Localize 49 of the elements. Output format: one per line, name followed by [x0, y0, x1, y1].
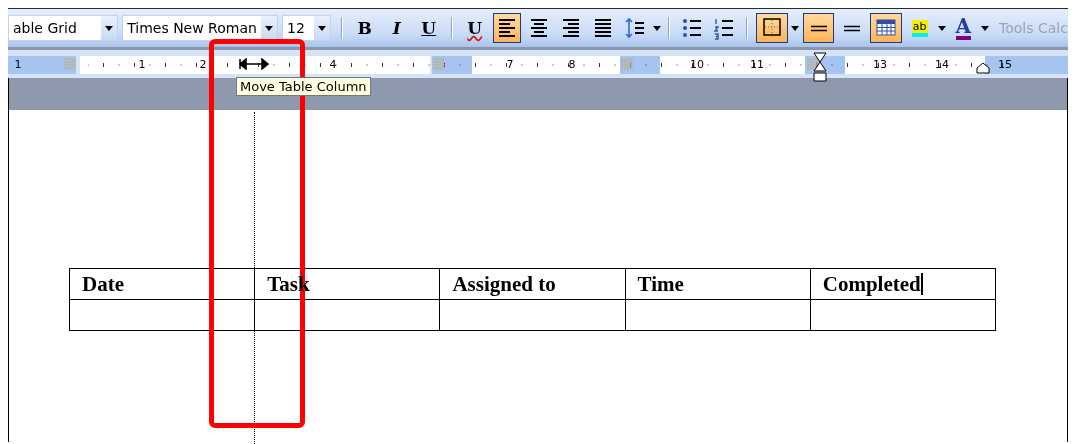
font-size-box[interactable]: 12 — [282, 15, 331, 41]
borders-button[interactable] — [756, 13, 788, 43]
italic-button[interactable]: I — [382, 13, 411, 43]
ruler-margin — [8, 56, 76, 74]
table-header-cell: Date — [69, 268, 255, 300]
column-marker[interactable] — [64, 58, 76, 70]
bullets-icon — [681, 16, 704, 40]
resize-cursor-icon — [239, 58, 269, 70]
ruler-number: 4 — [329, 58, 337, 71]
caret-icon[interactable] — [652, 25, 661, 31]
double-underline-button[interactable]: U — [460, 13, 489, 43]
ruler-number: 2 — [199, 58, 207, 71]
ruler-number: 14 — [935, 58, 949, 71]
table-button[interactable] — [870, 13, 902, 43]
bold-button[interactable]: B — [350, 13, 379, 43]
align-left-button[interactable] — [492, 13, 521, 43]
ruler-number: 1 — [14, 58, 22, 71]
indent-marker[interactable] — [813, 52, 827, 82]
ruler-number: 10 — [690, 58, 704, 71]
table-header-cell: Completed — [810, 268, 996, 300]
caret-icon[interactable] — [265, 25, 274, 31]
ruler-number: 1 — [138, 58, 146, 71]
style-box[interactable]: able Grid — [8, 15, 119, 41]
ruler-number: 13 — [873, 58, 887, 71]
caret-icon[interactable] — [937, 25, 946, 31]
table-header-cell: Assigned to — [439, 268, 626, 300]
tooltip: Move Table Column — [236, 77, 371, 96]
table-header-cell: Time — [625, 268, 811, 300]
line-style-icon — [809, 24, 828, 32]
highlight-button[interactable]: ab — [905, 13, 934, 43]
caret-icon[interactable] — [105, 25, 114, 31]
ruler-number: 15 — [998, 58, 1012, 71]
caret-icon[interactable] — [981, 25, 990, 31]
ruler-number: 7 — [506, 58, 514, 71]
font-box[interactable]: Times New Roman — [122, 15, 279, 41]
line-weight-icon — [843, 24, 862, 32]
indent-marker[interactable] — [976, 62, 990, 74]
ruler-number: 11 — [750, 58, 764, 71]
column-marker[interactable] — [807, 58, 819, 70]
line-style-button[interactable] — [803, 13, 835, 43]
line-spacing-icon — [623, 16, 646, 40]
numbering-icon — [713, 16, 736, 40]
caret-icon[interactable] — [317, 25, 326, 31]
caret-icon[interactable] — [791, 25, 800, 31]
column-marker[interactable] — [433, 58, 445, 70]
column-marker[interactable] — [621, 58, 633, 70]
font-color-button[interactable]: A — [949, 13, 978, 43]
ruler-number: 8 — [568, 58, 576, 71]
underline-button[interactable]: U — [414, 13, 443, 43]
